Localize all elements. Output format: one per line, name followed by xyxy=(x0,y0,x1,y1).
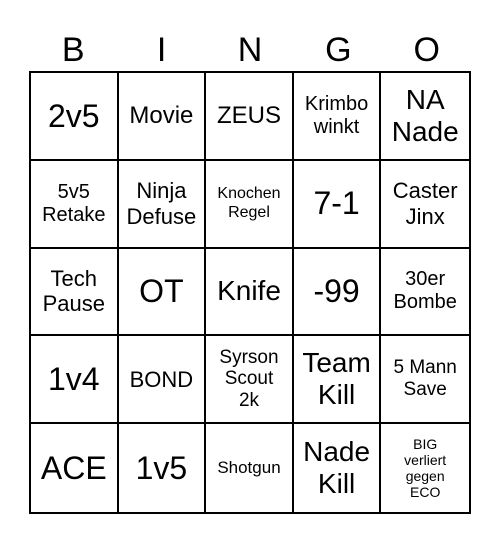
bingo-cell[interactable]: Nade Kill xyxy=(294,424,382,512)
bingo-cell[interactable]: Krimbo winkt xyxy=(293,73,382,161)
bingo-cell[interactable]: OT xyxy=(118,248,207,337)
bingo-cell[interactable]: Caster Jinx xyxy=(381,161,469,249)
bingo-cell[interactable]: BIG verliert gegen ECO xyxy=(381,424,469,512)
bingo-cell[interactable]: 5v5 Retake xyxy=(31,160,119,249)
bingo-cell[interactable]: Ninja Defuse xyxy=(118,160,207,249)
bingo-cell[interactable]: 5 Mann Save xyxy=(381,336,469,425)
bingo-cell[interactable]: 30er Bombe xyxy=(381,249,469,337)
bingo-cell[interactable]: Syrson Scout 2k xyxy=(206,336,294,425)
bingo-cell[interactable]: Knochen Regel xyxy=(206,160,294,249)
header-letter-g: G xyxy=(325,31,352,69)
bingo-cell[interactable]: 2v5 xyxy=(31,73,119,161)
bingo-cell[interactable]: ZEUS xyxy=(206,73,294,161)
header-letter-b: B xyxy=(61,31,85,69)
bingo-cell[interactable]: Knife xyxy=(206,248,294,337)
bingo-cell[interactable]: NA Nade xyxy=(381,73,469,161)
bingo-cell[interactable]: Shotgun xyxy=(206,424,294,512)
bingo-grid: 2v5 Movie ZEUS Krimbo winkt NA Nade 5v5 Retak… xyxy=(29,71,471,514)
bingo-cell[interactable]: Tech Pause xyxy=(31,248,119,337)
bingo-cell[interactable]: Movie xyxy=(118,73,207,161)
header-letter-i: I xyxy=(156,31,167,69)
bingo-cell[interactable]: -99 xyxy=(293,248,382,337)
bingo-cell[interactable]: Team Kill xyxy=(293,336,382,425)
bingo-cell[interactable]: BOND xyxy=(118,336,207,425)
bingo-cell[interactable]: 1v4 xyxy=(31,336,119,425)
bingo-header: B I N G O xyxy=(29,30,471,70)
bingo-cell[interactable]: 1v5 xyxy=(119,424,207,512)
header-letter-n: N xyxy=(237,31,263,69)
header-letter-o: O xyxy=(413,31,440,69)
bingo-cell[interactable]: ACE xyxy=(31,424,119,512)
bingo-cell[interactable]: 7-1 xyxy=(293,160,382,249)
